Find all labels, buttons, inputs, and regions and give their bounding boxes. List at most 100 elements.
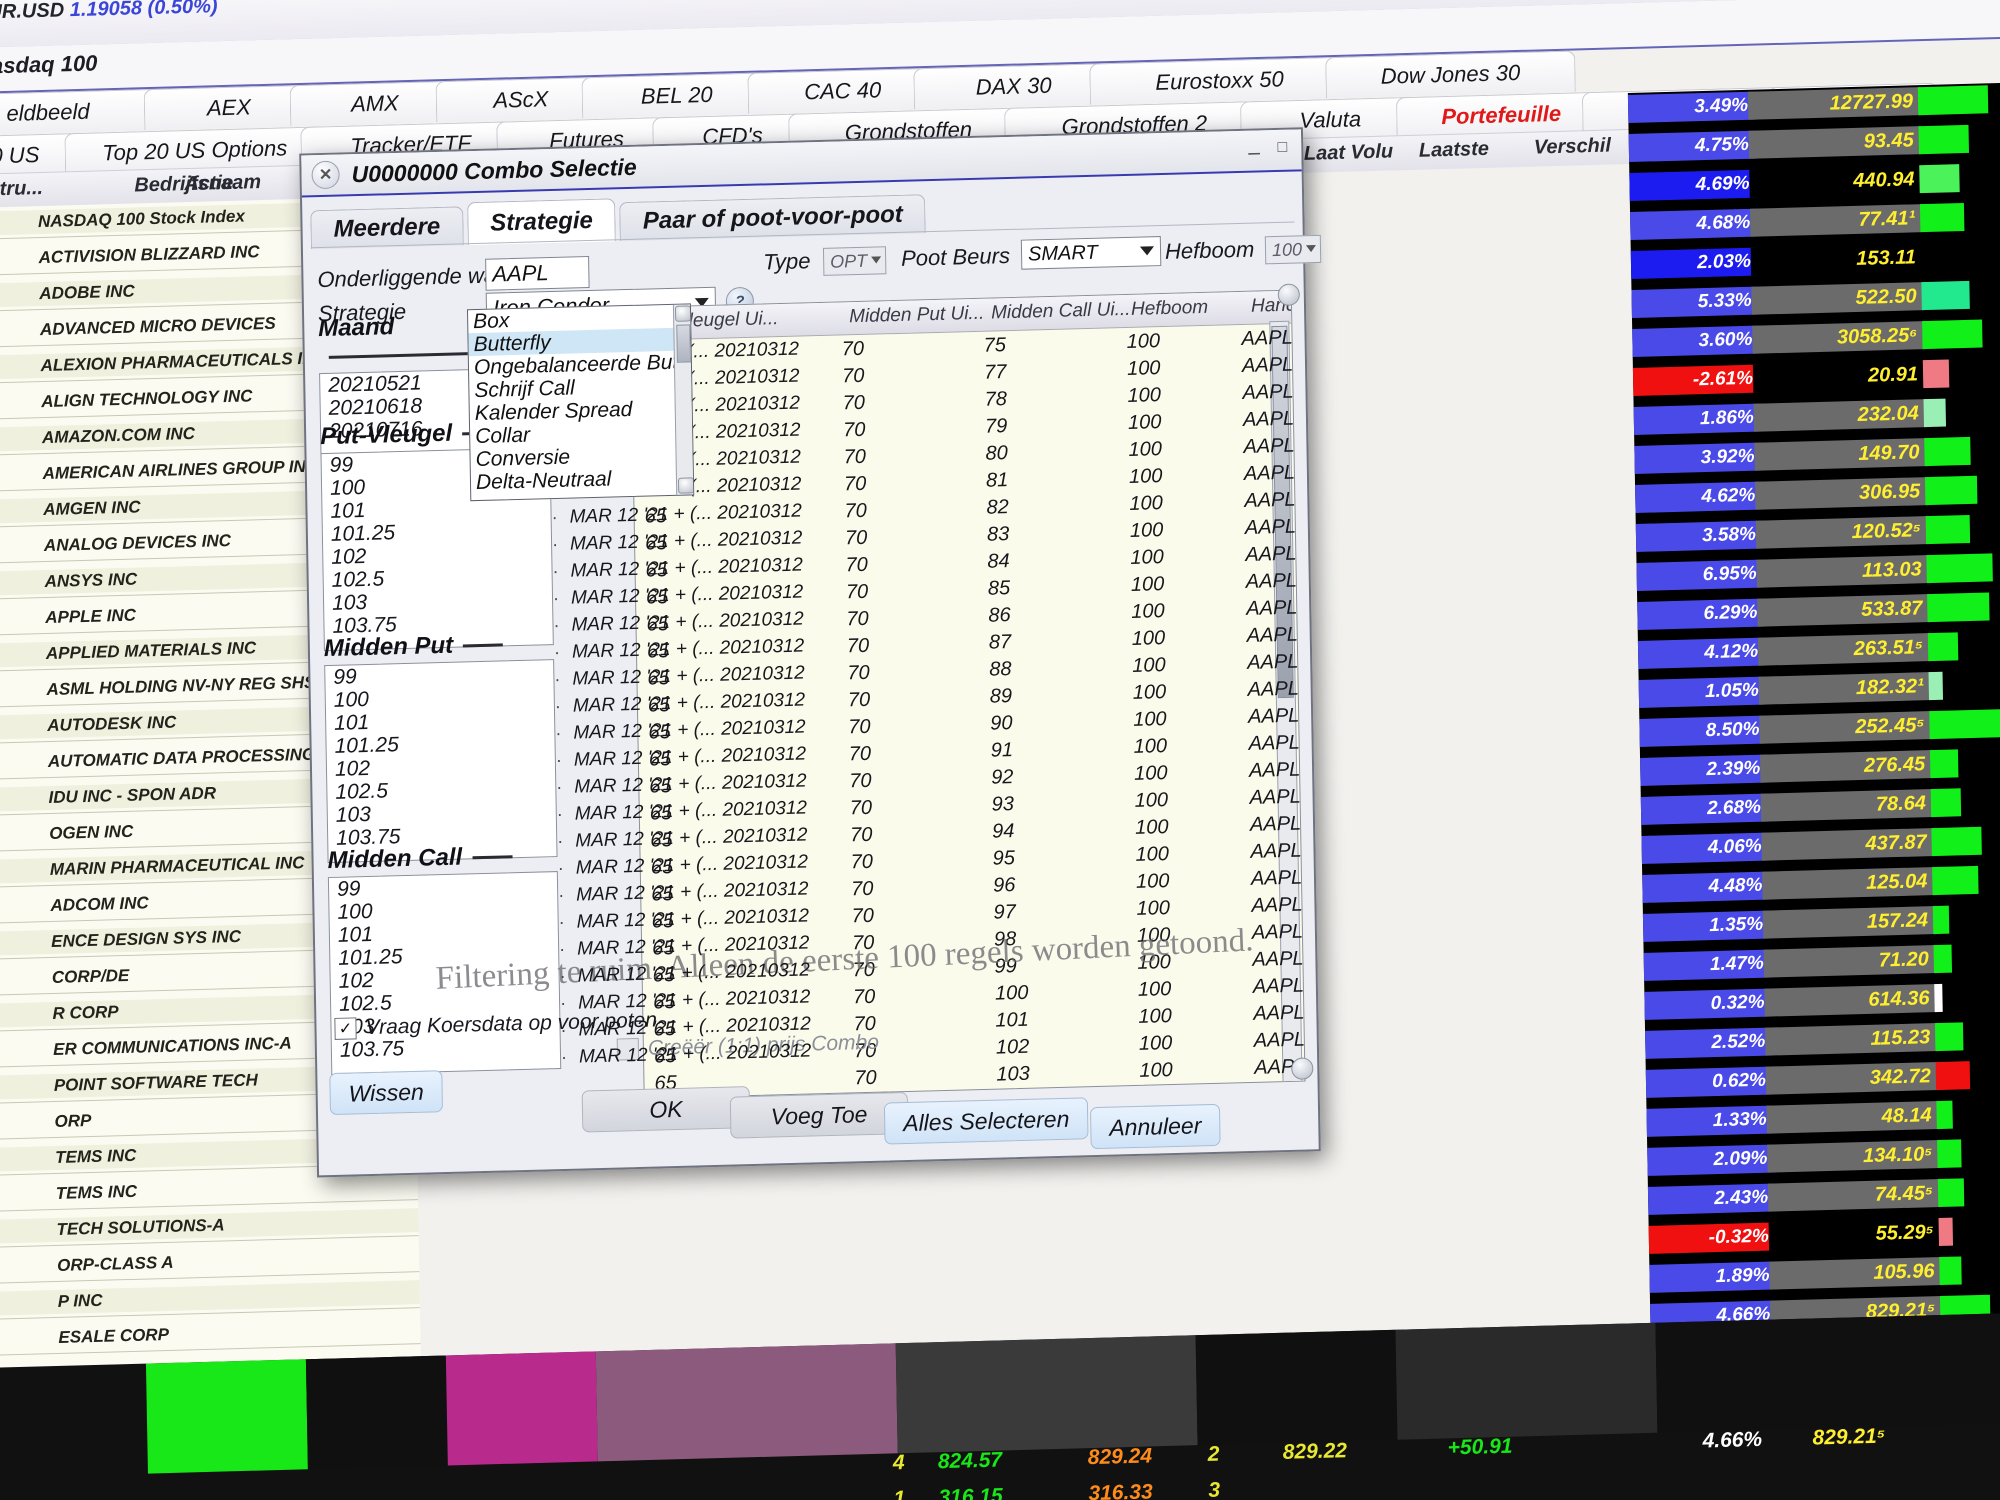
table-cell-klasse: AAPL bbox=[1252, 974, 1305, 998]
dialog-tab-strategie[interactable]: Strategie bbox=[466, 198, 617, 246]
dialog-tab-meerdere[interactable]: Meerdere bbox=[310, 206, 464, 250]
strategy-dropdown-list[interactable]: Box Butterfly Ongebalanceerde Butterfly Sch… bbox=[466, 303, 695, 502]
ticker-change-pct: -0.32% bbox=[1648, 1222, 1778, 1254]
tab-cac-40[interactable]: CAC 40 bbox=[747, 67, 939, 114]
col-header-actie[interactable]: Actie bbox=[184, 172, 233, 196]
ticker-row[interactable]: 2.43% 74.45⁵ bbox=[1647, 1175, 2000, 1215]
ticker-row[interactable]: 2.68% 78.64 bbox=[1640, 785, 2000, 825]
table-cell-mid-put: 70 bbox=[843, 445, 867, 469]
col-header-eel-instru-[interactable]: eel Instru... bbox=[0, 177, 43, 203]
table-header-midden-put-ui-[interactable]: Midden Put Ui... bbox=[849, 303, 985, 329]
ticker-row[interactable]: 3.92% 149.70 bbox=[1634, 434, 2000, 474]
scroll-down-icon[interactable] bbox=[1291, 1057, 1314, 1080]
table-header-hefboom[interactable]: Hefboom bbox=[1131, 297, 1208, 321]
ticker-bar bbox=[1922, 319, 1983, 350]
scroll-up-icon[interactable] bbox=[674, 305, 692, 322]
list-item[interactable]: TECH SOLUTIONS-A bbox=[0, 1208, 419, 1245]
market-ticker-panel[interactable]: 3.49% 12727.99 4.75% 93.45 4.69% 440.94 4.68% 7… bbox=[1627, 81, 2000, 1383]
bottom-color-block bbox=[1195, 1329, 1398, 1446]
ticker-row[interactable]: 4.06% 437.87 bbox=[1641, 824, 2000, 864]
ticker-row[interactable]: 1.35% 157.24 bbox=[1642, 902, 2000, 942]
type-combo[interactable]: OPT bbox=[822, 246, 887, 276]
ticker-row[interactable]: 0.62% 342.72 bbox=[1645, 1058, 2000, 1098]
voeg-toe-button[interactable]: Voeg Toe bbox=[729, 1091, 909, 1139]
table-cell-mid-call: 100 bbox=[994, 981, 1029, 1005]
ticker-row[interactable]: 2.03% 153.11 bbox=[1630, 239, 2000, 280]
ticker-last-value: 48.14 bbox=[1766, 1100, 1940, 1134]
ticker-change-pct: 1.47% bbox=[1643, 949, 1773, 981]
ticker-row[interactable]: 4.48% 125.04 bbox=[1642, 863, 2000, 903]
ticker-row[interactable]: 0.32% 614.36 bbox=[1644, 980, 2000, 1020]
combo-selection-dialog[interactable]: ✕ U0000000 Combo Selectie ⚊ □ Meerdere St… bbox=[299, 127, 1322, 1178]
tab-ascx[interactable]: AScX bbox=[435, 76, 607, 123]
tab-aex[interactable]: AEX bbox=[143, 84, 315, 131]
alles-selecteren-button[interactable]: Alles Selecteren bbox=[883, 1097, 1089, 1145]
ticker-row[interactable]: 3.58% 120.52⁵ bbox=[1635, 512, 2000, 552]
tab-dow-jones-30[interactable]: Dow Jones 30 bbox=[1325, 50, 1576, 99]
ticker-row[interactable]: 6.95% 113.03 bbox=[1636, 551, 2000, 591]
ticker-row[interactable]: 3.60% 3058.25⁶ bbox=[1632, 317, 2000, 358]
scroll-down-icon[interactable] bbox=[677, 477, 695, 494]
scrollbar-thumb[interactable] bbox=[676, 324, 691, 363]
ticker-row[interactable]: 1.33% 48.14 bbox=[1646, 1097, 2000, 1137]
table-row-marker: · bbox=[554, 695, 562, 717]
tab-dax-30[interactable]: DAX 30 bbox=[913, 62, 1114, 110]
ticker-row[interactable]: 5.33% 522.50 bbox=[1631, 278, 2000, 319]
ticker-row[interactable]: 4.62% 306.95 bbox=[1635, 473, 2000, 513]
table-header-midden-call-ui-[interactable]: Midden Call Ui... bbox=[991, 299, 1131, 325]
table-cell-mid-call: 102 bbox=[995, 1035, 1030, 1059]
tab-amx[interactable]: AMX bbox=[289, 80, 461, 127]
annuleer-button[interactable]: Annuleer bbox=[1089, 1103, 1221, 1150]
checkbox-icon[interactable]: ✓ bbox=[334, 1017, 357, 1040]
ok-button[interactable]: OK bbox=[581, 1086, 751, 1133]
ticker-row[interactable]: 1.86% 232.04 bbox=[1633, 395, 2000, 435]
tab-eurostoxx-50[interactable]: Eurostoxx 50 bbox=[1089, 56, 1350, 105]
list-item-name: AMERICAN AIRLINES GROUP INC bbox=[42, 456, 319, 484]
col-header-laat-volu[interactable]: Laat Volu bbox=[1304, 140, 1394, 165]
table-cell-mid-put: 70 bbox=[847, 688, 871, 712]
ticker-row[interactable]: 2.09% 134.10⁵ bbox=[1647, 1136, 2000, 1176]
list-item[interactable]: ORP-CLASS A bbox=[0, 1244, 419, 1281]
ticker-row[interactable]: 8.50% 252.45⁵ bbox=[1639, 707, 2000, 747]
table-cell-klasse: AAPL bbox=[1252, 947, 1304, 971]
ticker-row[interactable]: 4.12% 263.51⁵ bbox=[1637, 629, 2000, 669]
poot-beurs-combo[interactable]: SMART bbox=[1020, 236, 1162, 270]
maximize-icon[interactable]: □ bbox=[1277, 139, 1287, 157]
ticker-row[interactable]: -2.61% 20.91 bbox=[1632, 356, 2000, 397]
table-row-marker: · bbox=[557, 830, 564, 852]
hefboom-combo[interactable]: 100 bbox=[1264, 234, 1322, 265]
table-cell-klasse: AAPL bbox=[1247, 677, 1300, 701]
dropdown-scrollbar[interactable] bbox=[672, 304, 695, 495]
ticker-row[interactable]: 2.52% 115.23 bbox=[1645, 1019, 2000, 1059]
ticker-row[interactable]: 6.29% 533.87 bbox=[1637, 590, 2000, 630]
ticker-row[interactable]: 2.39% 276.45 bbox=[1640, 746, 2000, 786]
col-header-laatste[interactable]: Laatste bbox=[1419, 138, 1489, 163]
ticker-row[interactable]: 1.89% 105.96 bbox=[1649, 1253, 2000, 1293]
dropdown-option-delta-neutraal[interactable]: Delta-Neutraal bbox=[471, 465, 693, 494]
table-cell-mid-put: 70 bbox=[847, 661, 870, 685]
list-item[interactable]: P INC bbox=[0, 1280, 420, 1317]
tab-bel-20[interactable]: BEL 20 bbox=[581, 72, 773, 119]
ticker-row[interactable]: 4.68% 77.41¹ bbox=[1630, 200, 2000, 241]
table-cell-klasse: AAPL bbox=[1243, 434, 1295, 458]
selector-divider bbox=[472, 855, 513, 860]
table-cell-klasse: AAPL bbox=[1249, 812, 1302, 836]
wissen-button[interactable]: Wissen bbox=[329, 1070, 444, 1116]
ticker-row[interactable]: 1.47% 71.20 bbox=[1643, 941, 2000, 981]
list-item[interactable]: TEMS INC bbox=[0, 1172, 418, 1209]
table-cell-mid-call: 92 bbox=[991, 766, 1014, 789]
list-item-name: TECH SOLUTIONS-A bbox=[56, 1215, 225, 1239]
close-icon[interactable]: ✕ bbox=[311, 160, 340, 190]
underlying-input[interactable]: AAPL bbox=[485, 256, 590, 291]
ticker-row[interactable]: 4.69% 440.94 bbox=[1629, 161, 2000, 202]
dialog-tab-paar-of-poot-voor-poot[interactable]: Paar of poot-voor-poot bbox=[619, 194, 927, 242]
ticker-row[interactable]: 1.05% 182.32¹ bbox=[1638, 668, 2000, 708]
ticker-row[interactable]: 4.75% 93.45 bbox=[1628, 122, 2000, 163]
list-item[interactable]: ESALE CORP bbox=[0, 1316, 421, 1353]
col-header-verschil[interactable]: Verschil bbox=[1534, 135, 1611, 160]
selector-listbox[interactable]: 99100101101.25102102.5103103.75▲▼ bbox=[324, 659, 558, 864]
ticker-bar bbox=[1931, 826, 1982, 857]
ticker-row[interactable]: -0.32% 55.29⁵ bbox=[1648, 1214, 2000, 1254]
ticker-change-pct: 2.68% bbox=[1640, 793, 1770, 825]
minimize-icon[interactable]: ⚊ bbox=[1247, 139, 1262, 159]
